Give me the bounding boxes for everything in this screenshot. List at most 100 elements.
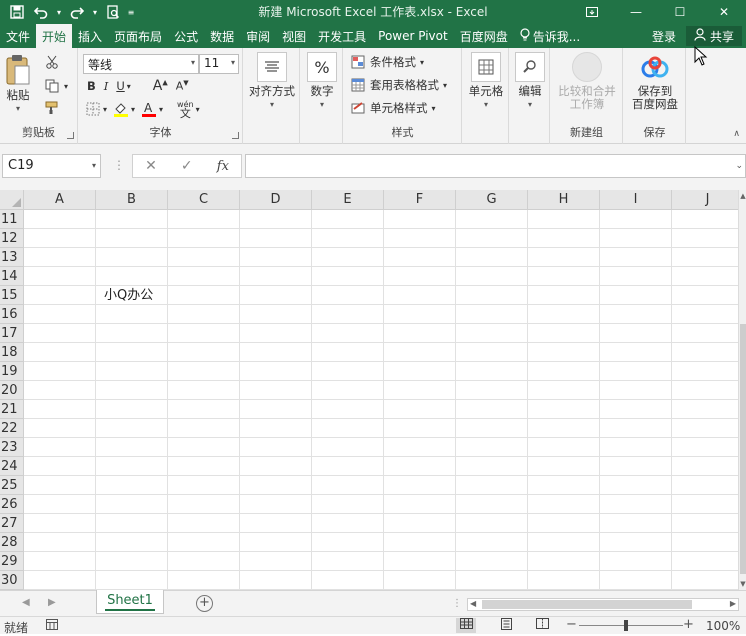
undo-dropdown-icon[interactable]: ▾ [54, 2, 64, 22]
font-color-icon[interactable]: A [141, 101, 157, 117]
close-icon[interactable]: ✕ [702, 0, 746, 24]
row-header-24[interactable]: 24 [0, 457, 24, 476]
name-box[interactable]: C19 ▾ [2, 154, 101, 178]
tab-review[interactable]: 审阅 [240, 24, 276, 48]
macro-record-icon[interactable] [46, 619, 58, 633]
number-dropdown-icon[interactable]: ▾ [320, 98, 324, 111]
scroll-right-icon[interactable]: ▶ [730, 599, 736, 608]
paste-dropdown-icon[interactable]: ▾ [16, 102, 20, 115]
conditional-format-button[interactable]: 条件格式 ▾ [350, 54, 424, 70]
row-header-28[interactable]: 28 [0, 533, 24, 552]
paste-button[interactable]: 粘贴 ▾ [5, 54, 31, 115]
font-launcher-icon[interactable] [232, 132, 239, 139]
row-header-15[interactable]: 15 [0, 286, 24, 305]
cut-button[interactable] [44, 54, 60, 70]
font-size-combo[interactable]: 11 ▾ [199, 54, 239, 74]
save-to-baidu-button[interactable]: 保存到 百度网盘 [626, 52, 684, 111]
zoom-level[interactable]: 100% [706, 619, 740, 633]
confirm-entry-icon[interactable]: ✓ [181, 158, 193, 174]
name-box-dropdown-icon[interactable]: ▾ [92, 161, 96, 170]
customize-qat-icon[interactable]: ≡ [126, 2, 136, 22]
tab-insert[interactable]: 插入 [72, 24, 108, 48]
alignment-button[interactable]: 对齐方式 ▾ [246, 52, 298, 111]
minimize-icon[interactable]: — [614, 0, 658, 24]
fill-color-icon[interactable] [113, 101, 129, 117]
tab-home[interactable]: 开始 [36, 24, 73, 48]
tab-view[interactable]: 视图 [276, 24, 312, 48]
column-header-a[interactable]: A [24, 190, 96, 210]
horizontal-scrollbar[interactable]: ◀ ▶ [467, 598, 739, 611]
select-all-corner[interactable] [0, 190, 24, 210]
tab-formulas[interactable]: 公式 [168, 24, 204, 48]
row-header-26[interactable]: 26 [0, 495, 24, 514]
sheet-tab-sheet1[interactable]: Sheet1 [96, 590, 164, 614]
column-header-h[interactable]: H [528, 190, 600, 210]
column-header-j[interactable]: J [672, 190, 738, 210]
format-painter-button[interactable] [44, 100, 60, 116]
collapse-ribbon-icon[interactable]: ∧ [733, 129, 740, 139]
redo-dropdown-icon[interactable]: ▾ [90, 2, 100, 22]
editing-button[interactable]: 编辑 ▾ [512, 52, 548, 111]
font-size-dropdown-icon[interactable]: ▾ [231, 58, 235, 67]
add-sheet-button[interactable]: + [196, 595, 213, 612]
formula-bar-grip-icon[interactable]: ⋮ [113, 158, 125, 172]
horizontal-scroll-thumb[interactable] [482, 600, 692, 609]
row-header-21[interactable]: 21 [0, 400, 24, 419]
worksheet-grid[interactable]: A B C D E F G H I J 11 12 13 14 15 16 17 18 19 20 21 22 23 24 25… [0, 190, 738, 590]
expand-formula-bar-icon[interactable]: ⌄ [735, 161, 743, 171]
normal-view-icon[interactable] [456, 618, 476, 633]
insert-function-icon[interactable]: fx [217, 159, 229, 174]
ribbon-display-icon[interactable] [570, 0, 614, 24]
page-layout-view-icon[interactable] [496, 618, 516, 633]
copy-button[interactable]: ▾ [44, 78, 68, 94]
shrink-font-button[interactable]: A▼ [176, 79, 189, 93]
row-header-30[interactable]: 30 [0, 571, 24, 590]
formula-input[interactable]: ⌄ [245, 154, 746, 178]
row-header-23[interactable]: 23 [0, 438, 24, 457]
maximize-icon[interactable]: ☐ [658, 0, 702, 24]
cell-b15[interactable]: 小Q办公 [96, 286, 204, 305]
column-header-b[interactable]: B [96, 190, 168, 210]
row-header-27[interactable]: 27 [0, 514, 24, 533]
column-header-i[interactable]: I [600, 190, 672, 210]
borders-dropdown-icon[interactable]: ▾ [103, 105, 107, 114]
cells-button[interactable]: 单元格 ▾ [465, 52, 507, 111]
alignment-dropdown-icon[interactable]: ▾ [270, 98, 274, 111]
font-name-combo[interactable]: 等线 ▾ [83, 54, 199, 74]
login-link[interactable]: 登录 [646, 24, 682, 48]
redo-icon[interactable] [66, 2, 88, 22]
print-preview-icon[interactable] [102, 2, 124, 22]
italic-button[interactable]: I [104, 79, 109, 93]
row-header-18[interactable]: 18 [0, 343, 24, 362]
font-name-dropdown-icon[interactable]: ▾ [191, 58, 195, 67]
scroll-down-icon[interactable]: ▼ [739, 580, 746, 588]
bold-button[interactable]: B [87, 79, 96, 93]
share-button[interactable]: 共享 [685, 26, 742, 46]
row-header-14[interactable]: 14 [0, 267, 24, 286]
tab-developer[interactable]: 开发工具 [312, 24, 372, 48]
editing-dropdown-icon[interactable]: ▾ [528, 98, 532, 111]
tab-split-grip-icon[interactable]: ⋮ [452, 598, 462, 609]
row-header-13[interactable]: 13 [0, 248, 24, 267]
zoom-out-icon[interactable]: − [566, 617, 577, 632]
underline-dropdown-icon[interactable]: ▾ [127, 82, 131, 91]
scroll-left-icon[interactable]: ◀ [470, 599, 476, 608]
save-icon[interactable] [6, 2, 28, 22]
phonetic-dropdown-icon[interactable]: ▾ [196, 105, 200, 114]
row-header-12[interactable]: 12 [0, 229, 24, 248]
tab-data[interactable]: 数据 [204, 24, 240, 48]
column-header-f[interactable]: F [384, 190, 456, 210]
row-header-17[interactable]: 17 [0, 324, 24, 343]
scroll-up-icon[interactable]: ▲ [739, 192, 746, 200]
row-header-29[interactable]: 29 [0, 552, 24, 571]
borders-icon[interactable] [85, 101, 101, 117]
number-format-button[interactable]: % 数字 ▾ [305, 52, 339, 111]
tab-power-pivot[interactable]: Power Pivot [372, 24, 454, 48]
column-header-d[interactable]: D [240, 190, 312, 210]
row-header-16[interactable]: 16 [0, 305, 24, 324]
page-break-view-icon[interactable] [532, 618, 552, 633]
row-header-25[interactable]: 25 [0, 476, 24, 495]
zoom-slider-track[interactable] [579, 625, 683, 626]
font-color-dropdown-icon[interactable]: ▾ [159, 105, 163, 114]
fill-color-dropdown-icon[interactable]: ▾ [131, 105, 135, 114]
